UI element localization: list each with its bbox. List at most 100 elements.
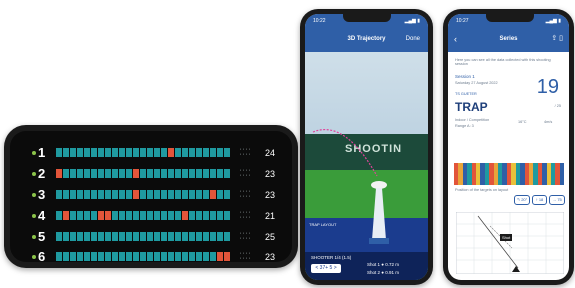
target-hit: [119, 252, 125, 261]
target-hit: [196, 211, 202, 220]
target-hit: [189, 232, 195, 241]
round-dot-icon: [32, 171, 36, 176]
target-hit: [105, 169, 111, 178]
target-hit: [98, 148, 104, 157]
target-hit: [168, 252, 174, 261]
target-hit: [56, 232, 62, 241]
target-hit: [147, 190, 153, 199]
notch: [343, 14, 391, 22]
target-hit: [126, 148, 132, 157]
target-color-strip: [454, 163, 565, 185]
target-hit: [210, 252, 216, 261]
phone-scoreboard: 1 ···· ···· 24 2 ···· ···· 23 3 ···· ···· 23 4 ···…: [4, 125, 298, 268]
target-hit: [175, 232, 181, 241]
plot-marker-label: Shot: [502, 235, 511, 240]
round-dot-icon: [32, 192, 36, 197]
shot-summary-icon: ···· ····: [239, 167, 252, 179]
notch: [486, 14, 534, 22]
target-hit: [147, 148, 153, 157]
target-hit: [91, 211, 97, 220]
round-dot-icon: [32, 213, 36, 218]
share-delete-icons[interactable]: ⇪ ▯: [551, 34, 563, 42]
round-total: 23: [265, 168, 276, 179]
target-hit: [154, 190, 160, 199]
target-hit: [56, 190, 62, 199]
target-hit: [168, 232, 174, 241]
target-hit: [77, 190, 83, 199]
target-results: [56, 211, 230, 220]
target-hit: [196, 169, 202, 178]
round-row[interactable]: 4 ···· ···· 21: [32, 207, 275, 224]
phone-trajectory: SHOOTIN TRAP LAYOUT 10:22 ▂▄▆ ▮ 3D Traje…: [300, 9, 433, 285]
target-hit: [147, 232, 153, 241]
signal-battery-icon: ▂▄▆ ▮: [545, 18, 561, 24]
round-dot-icon: [32, 150, 36, 155]
target-hit: [105, 232, 111, 241]
target-hit: [140, 232, 146, 241]
target-hit: [112, 252, 118, 261]
round-row[interactable]: 5 ···· ···· 25: [32, 228, 275, 245]
target-hit: [133, 211, 139, 220]
target-hit: [77, 211, 83, 220]
discipline: TRAP: [455, 100, 488, 114]
target-hit: [154, 232, 160, 241]
target-hit: [126, 232, 132, 241]
shot-summary-icon: ···· ····: [239, 146, 252, 158]
target-hit: [56, 252, 62, 261]
target-hit: [154, 169, 160, 178]
target-hit: [196, 252, 202, 261]
target-hit: [119, 211, 125, 220]
trajectory-footer: SHOOTER 1/4 (1.5) < 37+ 5 > Shot 1 ● 0.7…: [305, 252, 428, 280]
target-hit: [77, 169, 83, 178]
round-row[interactable]: 1 ···· ···· 24: [32, 144, 275, 161]
target-hit: [119, 190, 125, 199]
shot-summary-icon: ···· ····: [239, 188, 252, 200]
target-hit: [203, 190, 209, 199]
phone-series: 10:27 ▂▄▆ ▮ ‹ Series ⇪ ▯ Here you can se…: [443, 9, 574, 285]
series-intro: Here you can see all the data collected …: [455, 58, 551, 66]
target-hit: [182, 148, 188, 157]
target-miss: [98, 211, 104, 220]
target-hit: [175, 211, 181, 220]
target-results: [56, 252, 230, 261]
round-row[interactable]: 3 ···· ···· 23: [32, 186, 275, 203]
shot-summary-icon: ···· ····: [239, 230, 252, 242]
target-hit: [126, 211, 132, 220]
target-hit: [91, 148, 97, 157]
target-hit: [56, 148, 62, 157]
target-hit: [133, 232, 139, 241]
target-hit: [189, 252, 195, 261]
target-hit: [175, 148, 181, 157]
stat-angle: ↰ 20°: [514, 195, 530, 205]
target-hit: [168, 169, 174, 178]
target-hit: [147, 252, 153, 261]
session-label: Session 1: [455, 74, 475, 79]
done-button[interactable]: Done: [406, 36, 420, 42]
round-row[interactable]: 2 ···· ···· 23: [32, 165, 275, 182]
target-hit: [98, 232, 104, 241]
target-hit: [98, 190, 104, 199]
target-hit: [70, 232, 76, 241]
target-hit: [105, 190, 111, 199]
target-hit: [217, 211, 223, 220]
shot-selector[interactable]: < 37+ 5 >: [311, 264, 341, 273]
target-miss: [210, 190, 216, 199]
round-row[interactable]: 6 ···· ···· 23: [32, 248, 275, 262]
target-hit: [77, 232, 83, 241]
meta-line-2: Range A: 3: [455, 124, 474, 128]
round-number: 2: [38, 166, 46, 181]
target-hit: [175, 169, 181, 178]
target-results: [56, 148, 230, 157]
series-screen: 10:27 ▂▄▆ ▮ ‹ Series ⇪ ▯ Here you can se…: [448, 14, 569, 280]
target-hit: [70, 169, 76, 178]
round-total: 21: [265, 210, 276, 221]
target-hit: [203, 169, 209, 178]
location: TS GUETER: [455, 92, 477, 96]
target-hit: [63, 169, 69, 178]
weather-wind: 4m/s: [544, 120, 553, 124]
target-hit: [182, 252, 188, 261]
target-miss: [224, 252, 230, 261]
target-hit: [112, 190, 118, 199]
target-miss: [168, 148, 174, 157]
target-hit: [140, 190, 146, 199]
